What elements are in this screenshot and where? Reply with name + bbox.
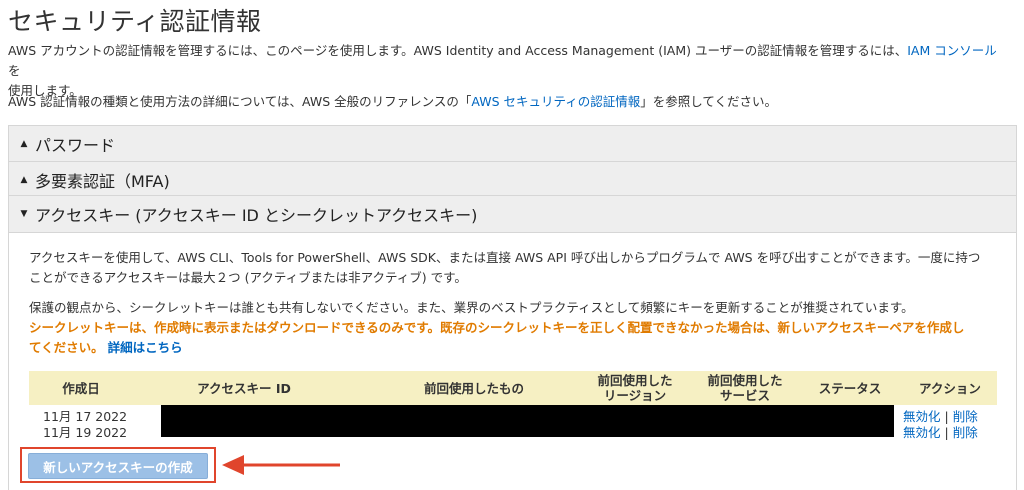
column-header: 前回使用した サービス xyxy=(707,373,783,403)
column-header: 前回使用したもの xyxy=(423,380,524,396)
description-line: アクセスキーを使用して、AWS CLI、Tools for PowerShell… xyxy=(29,250,981,265)
triangle-down-icon: ▼ xyxy=(20,209,28,219)
details-link[interactable]: 詳細はこちら xyxy=(108,340,183,355)
intro-text: AWS アカウントの認証情報を管理するには、このページを使用します。AWS Id… xyxy=(8,43,908,58)
column-header: 前回使用した リージョン xyxy=(597,373,673,403)
security-note-text: 保護の観点から、シークレットキーは誰とも共有しないでください。また、業界のベスト… xyxy=(29,300,914,315)
reference-tail: 」を参照してください。 xyxy=(640,94,778,109)
page-title: セキュリティ認証情報 xyxy=(8,7,262,36)
security-note: 保護の観点から、シークレットキーは誰とも共有しないでください。また、業界のベスト… xyxy=(29,298,994,358)
create-access-key-button[interactable]: 新しいアクセスキーの作成 xyxy=(28,453,208,479)
iam-console-link[interactable]: IAM コンソール xyxy=(907,43,997,58)
description-line: ことができるアクセスキーは最大２つ (アクティブまたは非アクティブ) です。 xyxy=(29,270,467,285)
panel-password[interactable]: ▲ パスワード xyxy=(8,125,1017,163)
triangle-up-icon: ▲ xyxy=(20,175,28,185)
warning-text: てください。 xyxy=(29,340,104,355)
column-header: ステータス xyxy=(818,380,882,396)
panel-access-keys-label: アクセスキー (アクセスキー ID とシークレットアクセスキー) xyxy=(35,206,478,225)
warning-text: シークレットキーは、作成時に表示またはダウンロードできるのみです。既存のシークレ… xyxy=(29,320,965,335)
table-row: 11月 19 2022 xyxy=(43,422,127,441)
redacted-area xyxy=(161,405,894,437)
table-header: 作成日 アクセスキー ID 前回使用したもの 前回使用した リージョン 前回使用… xyxy=(29,371,997,405)
security-credentials-link[interactable]: AWS セキュリティの認証情報 xyxy=(471,94,640,109)
panel-mfa-label: 多要素認証（MFA) xyxy=(35,172,170,191)
panel-mfa[interactable]: ▲ 多要素認証（MFA) xyxy=(8,161,1017,199)
delete-link[interactable]: 削除 xyxy=(953,425,978,440)
panel-password-label: パスワード xyxy=(35,136,116,155)
row-actions: 無効化 | 削除 xyxy=(903,422,978,441)
created-date: 11月 19 2022 xyxy=(43,425,128,440)
column-header: アクション xyxy=(919,380,981,396)
separator: | xyxy=(944,425,949,440)
column-header: 作成日 xyxy=(62,380,100,396)
disable-link[interactable]: 無効化 xyxy=(903,425,941,440)
arrow-left-icon xyxy=(222,455,340,475)
panel-access-keys[interactable]: ▼ アクセスキー (アクセスキー ID とシークレットアクセスキー) xyxy=(8,195,1017,233)
column-header: アクセスキー ID xyxy=(197,380,291,396)
access-keys-description: アクセスキーを使用して、AWS CLI、Tools for PowerShell… xyxy=(29,248,994,288)
intro-tail: を xyxy=(8,63,21,78)
reference-text: AWS 認証情報の種類と使用方法の詳細については、AWS 全般のリファレンスの「 xyxy=(8,94,472,109)
triangle-up-icon: ▲ xyxy=(20,139,28,149)
reference-paragraph: AWS 認証情報の種類と使用方法の詳細については、AWS 全般のリファレンスの「… xyxy=(8,92,1013,112)
